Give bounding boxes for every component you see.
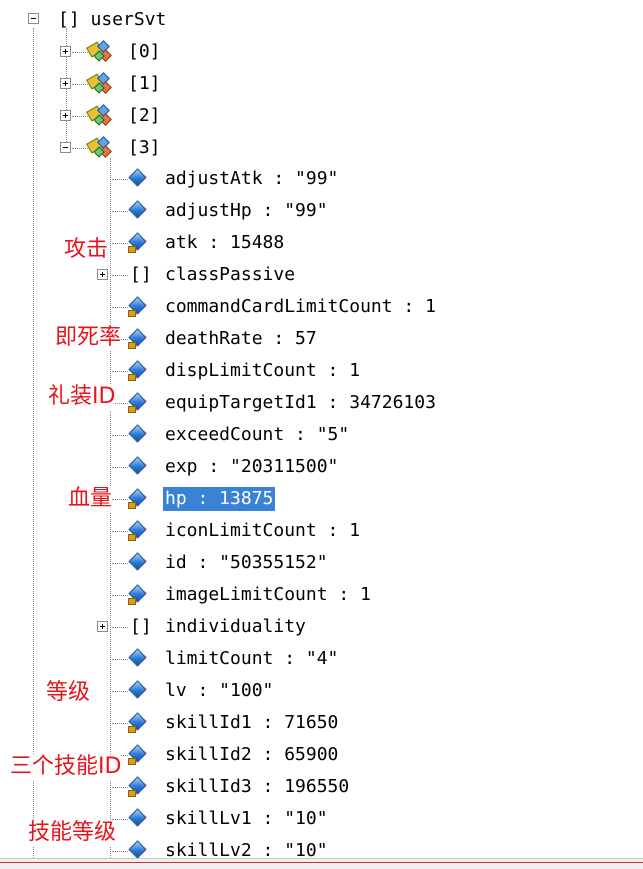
- tree-node-1[interactable]: [1]: [128, 72, 161, 96]
- field-row[interactable]: id : "50355152": [165, 551, 328, 575]
- field-row[interactable]: dispLimitCount : 1: [165, 359, 360, 383]
- string-value-icon: [128, 168, 147, 189]
- expand-toggle-0[interactable]: [60, 46, 71, 57]
- field-row[interactable]: skillLv1 : "10": [165, 807, 328, 831]
- field-row[interactable]: lv : "100": [165, 679, 273, 703]
- field-row[interactable]: equipTargetId1 : 34726103: [165, 391, 436, 415]
- field-row[interactable]: adjustAtk : "99": [165, 167, 338, 191]
- collapse-toggle-root[interactable]: [28, 13, 39, 24]
- string-value-icon: [128, 424, 147, 445]
- number-value-icon: [128, 296, 147, 317]
- annotation-death-rate: 即死率: [55, 325, 122, 351]
- field-row[interactable]: exceedCount : "5": [165, 423, 349, 447]
- json-tree-view: [] userSvt [0] [1] [2] [3] adjustAtk : "…: [0, 0, 643, 869]
- field-row[interactable]: imageLimitCount : 1: [165, 583, 371, 607]
- tree-node-3[interactable]: [3]: [128, 136, 161, 160]
- number-value-icon: [128, 488, 147, 509]
- number-value-icon: [128, 392, 147, 413]
- annotation-skill-ids: 三个技能ID: [10, 754, 122, 780]
- field-row[interactable]: deathRate : 57: [165, 327, 317, 351]
- field-row[interactable]: commandCardLimitCount : 1: [165, 295, 436, 319]
- expand-toggle-field[interactable]: [97, 621, 108, 632]
- field-row[interactable]: skillId1 : 71650: [165, 711, 338, 735]
- field-row[interactable]: individuality: [165, 615, 306, 639]
- field-row[interactable]: adjustHp : "99": [165, 199, 328, 223]
- number-value-icon: [128, 328, 147, 349]
- annotation-level: 等级: [46, 680, 91, 706]
- string-value-icon: [128, 456, 147, 477]
- number-value-icon: [128, 520, 147, 541]
- object-icon: [86, 40, 112, 62]
- array-icon: []: [130, 616, 152, 637]
- string-value-icon: [128, 808, 147, 829]
- object-icon: [86, 72, 112, 94]
- expand-toggle-1[interactable]: [60, 78, 71, 89]
- root-node-label[interactable]: [] userSvt: [58, 8, 166, 32]
- object-icon: [86, 136, 112, 158]
- string-value-icon: [128, 648, 147, 669]
- array-icon: []: [130, 264, 152, 285]
- collapse-toggle-3[interactable]: [60, 142, 71, 153]
- field-row[interactable]: exp : "20311500": [165, 455, 338, 479]
- string-value-icon: [128, 680, 147, 701]
- string-value-icon: [128, 200, 147, 221]
- tree-node-0[interactable]: [0]: [128, 40, 161, 64]
- annotation-hp: 血量: [68, 486, 113, 512]
- number-value-icon: [128, 744, 147, 765]
- field-row[interactable]: skillId2 : 65900: [165, 743, 338, 767]
- number-value-icon: [128, 360, 147, 381]
- annotation-attack: 攻击: [64, 237, 109, 263]
- object-icon: [86, 104, 112, 126]
- field-row[interactable]: skillId3 : 196550: [165, 775, 349, 799]
- tree-guide-root: [33, 28, 34, 868]
- number-value-icon: [128, 584, 147, 605]
- number-value-icon: [128, 712, 147, 733]
- field-row[interactable]: classPassive: [165, 263, 295, 287]
- field-row[interactable]: iconLimitCount : 1: [165, 519, 360, 543]
- annotation-craft-essence-id: 礼装ID: [48, 384, 116, 410]
- field-row[interactable]: hp : 13875: [161, 486, 277, 512]
- annotation-skill-levels: 技能等级: [28, 820, 117, 846]
- string-value-icon: [128, 552, 147, 573]
- number-value-icon: [128, 232, 147, 253]
- field-row[interactable]: limitCount : "4": [165, 647, 338, 671]
- field-row[interactable]: atk : 15488: [165, 231, 284, 255]
- expand-toggle-field[interactable]: [97, 269, 108, 280]
- expand-toggle-2[interactable]: [60, 110, 71, 121]
- tree-node-2[interactable]: [2]: [128, 104, 161, 128]
- horizontal-scrollbar[interactable]: [0, 858, 643, 869]
- number-value-icon: [128, 776, 147, 797]
